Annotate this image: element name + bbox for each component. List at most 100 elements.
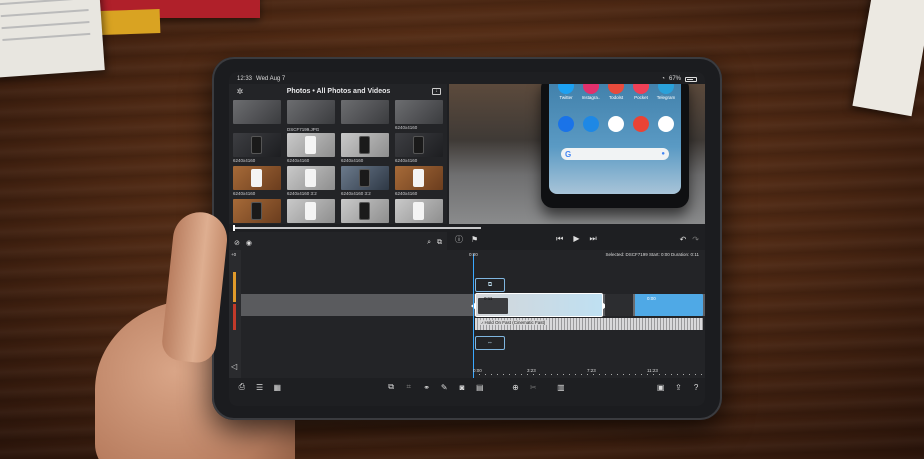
timeline-sidebar: +0 ◁	[229, 250, 241, 378]
browser-title[interactable]: Photos • All Photos and Videos	[245, 88, 432, 95]
ruler-dot	[605, 374, 606, 375]
import-icon[interactable]: ↓	[432, 87, 441, 95]
search-icon[interactable]: ⌕	[427, 239, 431, 247]
ruler-dot	[527, 374, 528, 375]
media-tile[interactable]: 6240x4160	[233, 166, 281, 199]
tablet-screen: 12:33 Wed Aug 7 ◔ 67% ✲ Photos • All Pho…	[229, 72, 705, 406]
selected-clip[interactable]: 0:11	[471, 293, 607, 317]
phone-app	[655, 116, 677, 133]
redo-icon[interactable]: ↷	[692, 235, 699, 244]
skip-forward-icon[interactable]: ⏭	[590, 234, 597, 244]
media-caption: 6240x4160	[395, 125, 418, 130]
playhead[interactable]: 0:00	[469, 252, 478, 378]
media-grid: 6240x4160 6240x4160 6240x4160 DSCF7199.JPG 6…	[233, 100, 443, 234]
media-caption: 6240x4160 3:2	[287, 191, 317, 196]
app-label: Pocket	[634, 95, 648, 100]
help-icon[interactable]: ?	[687, 383, 705, 392]
ruler-dot	[641, 374, 642, 375]
phone-in-thumbnail	[251, 136, 262, 154]
media-tile[interactable]: 6240x4160 3:2	[341, 166, 389, 199]
phone-in-thumbnail	[413, 202, 424, 220]
film-icon[interactable]: ▤	[471, 383, 489, 392]
media-caption: 6240x4160	[395, 158, 418, 163]
overlay-icon[interactable]: ⧉	[382, 382, 400, 392]
ruler-tick: 11:23	[647, 368, 658, 373]
app-icon	[633, 84, 649, 94]
speaker-icon[interactable]: ◁	[231, 362, 237, 371]
share-icon[interactable]: ⇪	[670, 383, 688, 392]
phone-home-screen: Twitter Instagra.. Todolst Pocket Telegram G…	[549, 84, 681, 194]
sort-icon[interactable]: ⧉	[437, 239, 442, 247]
ruler-tick: 3:23	[527, 368, 536, 373]
info-icon[interactable]: ⓘ	[455, 234, 463, 245]
ruler-dot	[683, 374, 684, 375]
snapshot-icon[interactable]: ◙	[453, 383, 471, 392]
media-tile[interactable]: 6240x4160 DSCF7199.JPG	[287, 127, 335, 166]
media-caption: 6240x4160	[233, 158, 256, 163]
media-caption: 6240x4160	[233, 191, 256, 196]
app-label: Twitter	[559, 95, 573, 100]
ruler-dot	[563, 374, 564, 375]
scrubber-knob[interactable]	[233, 225, 235, 231]
next-clip[interactable]: 0:00	[605, 294, 703, 316]
media-tile[interactable]: 6240x4160	[233, 133, 281, 166]
ruler-dot	[569, 374, 570, 375]
audio-track[interactable]: ♪ Hold On Fast (Cinematic Fast)	[475, 318, 703, 330]
skip-back-icon[interactable]: ⏮	[556, 234, 563, 244]
ruler-dot	[665, 374, 666, 375]
phone-in-thumbnail	[305, 169, 316, 187]
phone-app: Twitter	[555, 84, 577, 100]
phone-app: Todolst	[605, 84, 627, 100]
ruler-dot	[635, 374, 636, 375]
media-tile[interactable]	[341, 100, 389, 133]
trash-icon[interactable]: ▥	[552, 383, 570, 392]
play-icon[interactable]: ▶	[573, 234, 579, 244]
cut-icon[interactable]: ✂	[524, 383, 542, 392]
media-caption: 6240x4160	[287, 158, 310, 163]
phone-in-thumbnail	[305, 136, 316, 154]
app-icon	[558, 84, 574, 94]
phone-app	[630, 116, 652, 133]
transition-button[interactable]: ⇔	[475, 336, 505, 350]
timeline[interactable]: +0 ◁ Selected: DSCF7199 Start: 0:00 Dura…	[229, 250, 705, 378]
marker-icon[interactable]: ⚑	[471, 235, 478, 244]
overlay-track-button[interactable]: ⧉	[475, 278, 505, 292]
phone-app	[605, 116, 627, 133]
settings-icon[interactable]: ✲	[235, 86, 245, 96]
media-thumbnail	[287, 166, 335, 190]
app-label: Instagra..	[581, 95, 601, 100]
media-tile[interactable]: 6240x4160	[395, 166, 443, 199]
media-thumbnail	[395, 166, 443, 190]
preview-scrubber[interactable]	[229, 224, 485, 232]
list-icon[interactable]: ☰	[251, 383, 269, 392]
select-icon[interactable]: ⊘	[234, 239, 240, 247]
ruler-dot	[515, 374, 516, 375]
layout-icon[interactable]: ▣	[652, 383, 670, 392]
google-icon: G	[565, 149, 572, 159]
media-tile[interactable]: 6240x4160 3:2	[287, 166, 335, 199]
ruler-tick: 7:23	[587, 368, 596, 373]
media-tile[interactable]: 6240x4160	[341, 133, 389, 166]
add-icon[interactable]: ⊕	[507, 383, 525, 392]
link-icon[interactable]: ⚭	[418, 383, 436, 392]
browser-header: ✲ Photos • All Photos and Videos ↓	[229, 84, 447, 98]
phone-in-thumbnail	[359, 169, 370, 187]
ruler-dot	[497, 374, 498, 375]
media-tile[interactable]: 6240x4160	[395, 100, 443, 133]
media-icon[interactable]: ⎙	[233, 382, 251, 392]
yellow-book	[99, 8, 161, 36]
video-preview[interactable]: Twitter Instagra.. Todolst Pocket Telegram G…	[449, 84, 705, 224]
app-icon	[608, 84, 624, 94]
media-tile[interactable]: 6240x4160	[395, 133, 443, 166]
crop-icon[interactable]: ⌗	[400, 382, 418, 392]
app-icon	[658, 84, 674, 94]
media-tile[interactable]	[233, 100, 281, 133]
record-icon[interactable]: ◉	[246, 239, 252, 247]
ruler-dot	[671, 374, 672, 375]
pencil-icon[interactable]: ✎	[435, 383, 453, 392]
ruler-dot	[677, 374, 678, 375]
ruler-dot	[659, 374, 660, 375]
grid-icon[interactable]: ▦	[268, 383, 286, 392]
undo-icon[interactable]: ↶	[680, 235, 687, 244]
mic-icon: ●	[661, 151, 665, 157]
